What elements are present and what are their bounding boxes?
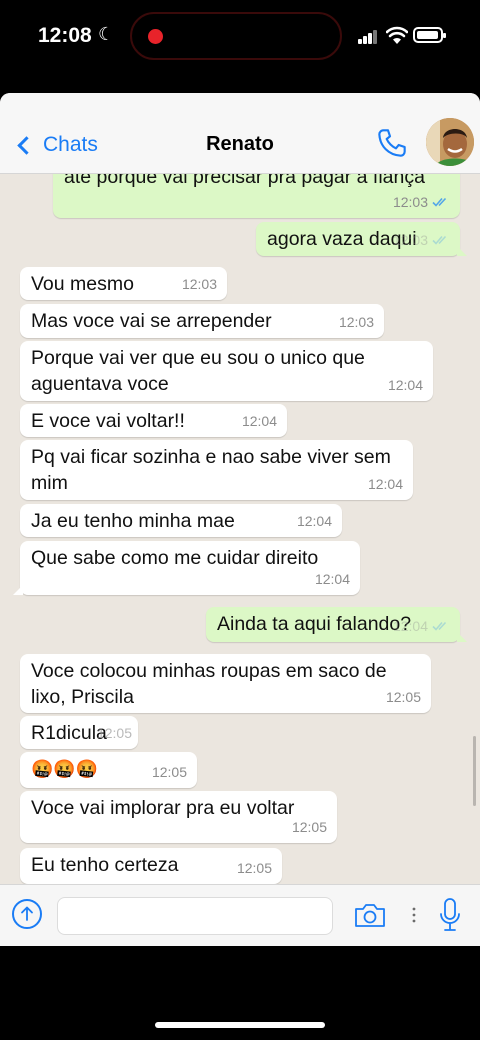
message-time: 12:03 bbox=[338, 313, 374, 330]
battery-icon bbox=[413, 27, 446, 43]
message-text: ate porque vai precisar pra pagar a fian… bbox=[64, 174, 425, 188]
message-time: 12:04 bbox=[387, 376, 423, 393]
chat-screen: Chats Renato ate porque vai precisar pra… bbox=[0, 93, 480, 946]
message-time: 12:03 bbox=[181, 275, 217, 292]
chat-header: Chats Renato bbox=[0, 93, 480, 174]
contact-name[interactable]: Renato bbox=[0, 133, 480, 156]
message-text: Ainda ta aqui falando? bbox=[217, 613, 412, 635]
message-text: E voce vai voltar!! bbox=[31, 410, 185, 432]
message-bubble-incoming[interactable]: Que sabe como me cuidar direito 12:04 bbox=[13, 541, 360, 595]
message-text: Voce colocou minhas roupas em saco de li… bbox=[31, 660, 387, 708]
input-bar bbox=[0, 884, 480, 946]
message-text: Eu tenho certeza bbox=[31, 854, 179, 876]
status-time: 12:08 bbox=[38, 24, 92, 47]
message-bubble-outgoing[interactable]: agora vaza daqui 12:03 bbox=[256, 222, 467, 256]
message-emoji: 🤬🤬🤬 bbox=[31, 759, 99, 779]
message-time: 12:03 bbox=[392, 231, 428, 248]
more-dots-icon[interactable] bbox=[411, 902, 417, 928]
message-time: 12:04 bbox=[241, 412, 277, 429]
message-bubble-incoming[interactable]: Voce colocou minhas roupas em saco de li… bbox=[20, 654, 431, 713]
camera-icon[interactable] bbox=[353, 901, 387, 929]
message-text: Vou mesmo bbox=[31, 273, 134, 295]
message-bubble-incoming[interactable]: R1dicula 12:05 bbox=[20, 716, 138, 749]
message-list[interactable]: ate porque vai precisar pra pagar a fian… bbox=[0, 174, 480, 884]
message-time: 12:05 bbox=[385, 688, 421, 705]
message-time: 12:04 bbox=[392, 617, 428, 634]
message-bubble-incoming[interactable]: 🤬🤬🤬 12:05 bbox=[20, 752, 197, 788]
wifi-icon bbox=[386, 26, 408, 44]
message-bubble-incoming[interactable]: Ja eu tenho minha mae 12:04 bbox=[20, 504, 342, 537]
message-time: 12:05 bbox=[236, 859, 272, 876]
message-bubble-outgoing[interactable]: Ainda ta aqui falando? 12:04 bbox=[206, 607, 467, 642]
contact-avatar[interactable] bbox=[426, 118, 474, 166]
message-text: Que sabe como me cuidar direito bbox=[31, 547, 319, 569]
message-text: Voce vai implorar pra eu voltar bbox=[31, 797, 295, 819]
home-indicator[interactable] bbox=[155, 1022, 325, 1028]
message-text: Pq vai ficar sozinha e nao sabe viver se… bbox=[31, 446, 391, 494]
scrollbar[interactable] bbox=[473, 736, 476, 806]
message-time: 12:04 bbox=[296, 512, 332, 529]
message-bubble-outgoing[interactable]: ate porque vai precisar pra pagar a fian… bbox=[53, 174, 460, 218]
message-bubble-incoming[interactable]: Pq vai ficar sozinha e nao sabe viver se… bbox=[20, 440, 413, 500]
message-time: 12:05 bbox=[291, 818, 327, 835]
message-time: 12:04 bbox=[314, 570, 350, 587]
message-bubble-incoming[interactable]: Voce vai implorar pra eu voltar 12:05 bbox=[20, 791, 337, 843]
message-time: 12:03 bbox=[392, 193, 428, 210]
message-meta: 12:03 bbox=[393, 190, 450, 216]
message-bubble-incoming[interactable]: Eu tenho certeza 12:05 bbox=[20, 848, 282, 884]
double-check-icon bbox=[432, 236, 447, 245]
phone-icon[interactable] bbox=[376, 127, 408, 159]
message-bubble-incoming[interactable]: Vou mesmo 12:03 bbox=[20, 267, 227, 300]
recording-dot-icon bbox=[148, 29, 163, 44]
message-time: 12:05 bbox=[96, 724, 132, 741]
message-text: Mas voce vai se arrepender bbox=[31, 310, 272, 332]
message-time: 12:05 bbox=[151, 763, 187, 780]
cellular-signal-icon bbox=[358, 30, 378, 44]
double-check-icon bbox=[432, 622, 447, 631]
attach-arrow-icon[interactable] bbox=[12, 899, 42, 929]
message-input[interactable] bbox=[57, 897, 333, 935]
message-time: 12:04 bbox=[367, 475, 403, 492]
message-meta: 12:04 bbox=[393, 614, 450, 640]
message-bubble-incoming[interactable]: Mas voce vai se arrepender 12:03 bbox=[20, 304, 384, 338]
dynamic-island bbox=[130, 12, 342, 60]
double-check-icon bbox=[432, 198, 447, 207]
message-bubble-incoming[interactable]: E voce vai voltar!! 12:04 bbox=[20, 404, 287, 437]
message-text: Porque vai ver que eu sou o unico que ag… bbox=[31, 347, 365, 395]
message-text: Ja eu tenho minha mae bbox=[31, 510, 235, 532]
moon-icon: ☾ bbox=[98, 24, 115, 44]
microphone-icon[interactable] bbox=[437, 897, 463, 933]
message-bubble-incoming[interactable]: Porque vai ver que eu sou o unico que ag… bbox=[20, 341, 433, 401]
status-bar: 12:08 ☾ bbox=[0, 0, 480, 80]
message-meta: 12:03 bbox=[393, 228, 450, 254]
message-text: R1dicula bbox=[31, 722, 107, 744]
